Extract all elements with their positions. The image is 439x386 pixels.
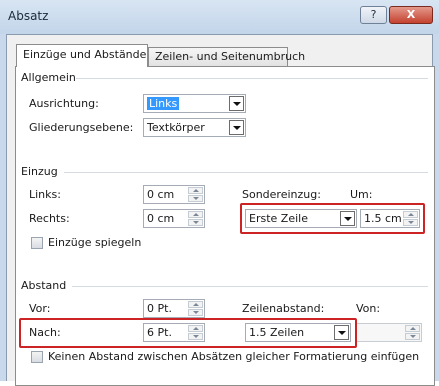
title-bar[interactable]: Absatz ? X [0, 0, 439, 34]
spin-down-icon[interactable] [188, 219, 203, 226]
rechts-spinner[interactable]: 0 cm [143, 209, 205, 228]
chevron-down-icon[interactable] [229, 120, 244, 135]
links-spinner[interactable]: 0 cm [143, 185, 205, 204]
vor-label: Vor: [29, 302, 51, 315]
group-heading-allgemein: Allgemein [21, 71, 76, 84]
vor-spinner[interactable]: 0 Pt. [143, 299, 205, 318]
highlight-box-sondereinzug [240, 203, 425, 234]
von-label: Von: [356, 302, 381, 315]
gliederungsebene-value: Textkörper [147, 121, 205, 134]
spin-up-icon[interactable] [188, 211, 203, 218]
group-divider [76, 78, 428, 79]
group-divider [72, 286, 428, 287]
kein-abstand-checkbox[interactable] [31, 351, 43, 363]
group-divider [64, 172, 428, 173]
um-label: Um: [350, 188, 373, 201]
einzuege-spiegeln-checkbox[interactable] [31, 237, 43, 249]
kein-abstand-label: Keinen Abstand zwischen Absätzen gleiche… [48, 350, 420, 363]
vor-spin-buttons[interactable] [188, 301, 203, 316]
rechts-value: 0 cm [147, 212, 175, 225]
spin-down-icon[interactable] [188, 309, 203, 316]
tab-label: Einzüge und Abstände [23, 48, 147, 61]
zeilenabstand-label: Zeilenabstand: [242, 302, 325, 315]
links-label: Links: [29, 188, 61, 201]
help-icon: ? [370, 8, 377, 21]
gliederungsebene-label: Gliederungsebene: [29, 121, 134, 134]
links-spin-buttons[interactable] [188, 187, 203, 202]
rechts-spin-buttons[interactable] [188, 211, 203, 226]
close-button[interactable]: X [389, 6, 433, 24]
dialog-client-area: Einzüge und Abstände Zeilen- und Seitenu… [6, 34, 435, 386]
spin-down-icon[interactable] [188, 195, 203, 202]
group-heading-abstand: Abstand [21, 279, 67, 292]
tab-zeilen-und-seitenumbruch[interactable]: Zeilen- und Seitenumbruch [148, 47, 305, 66]
help-button[interactable]: ? [360, 6, 387, 24]
rechts-label: Rechts: [29, 212, 70, 225]
gliederungsebene-select[interactable]: Textkörper [143, 118, 246, 137]
ausrichtung-label: Ausrichtung: [29, 97, 99, 110]
close-icon: X [406, 8, 416, 21]
dialog-title: Absatz [8, 9, 49, 23]
chevron-down-icon[interactable] [229, 96, 244, 111]
dialog-window: Absatz ? X Einzüge und Abstände Zeilen- … [0, 0, 439, 386]
einzuege-spiegeln-label: Einzüge spiegeln [48, 236, 142, 249]
highlight-box-nach-zeilenabstand [19, 318, 357, 348]
ausrichtung-select[interactable]: Links [143, 94, 246, 113]
sondereinzug-label: Sondereinzug: [242, 188, 321, 201]
von-spin-buttons[interactable] [405, 325, 420, 340]
tab-panel: Allgemein Ausrichtung: Links Gliederungs… [15, 66, 435, 386]
spin-down-icon[interactable] [405, 333, 420, 340]
vor-value: 0 Pt. [147, 302, 172, 315]
tab-label: Zeilen- und Seitenumbruch [155, 50, 306, 63]
spin-up-icon[interactable] [188, 301, 203, 308]
spin-up-icon[interactable] [405, 325, 420, 332]
links-value: 0 cm [147, 188, 175, 201]
ausrichtung-value: Links [147, 97, 180, 110]
group-heading-einzug: Einzug [21, 165, 58, 178]
von-spinner[interactable] [356, 323, 422, 342]
tab-einzuege-und-abstaende[interactable]: Einzüge und Abstände [16, 44, 148, 67]
spin-up-icon[interactable] [188, 187, 203, 194]
